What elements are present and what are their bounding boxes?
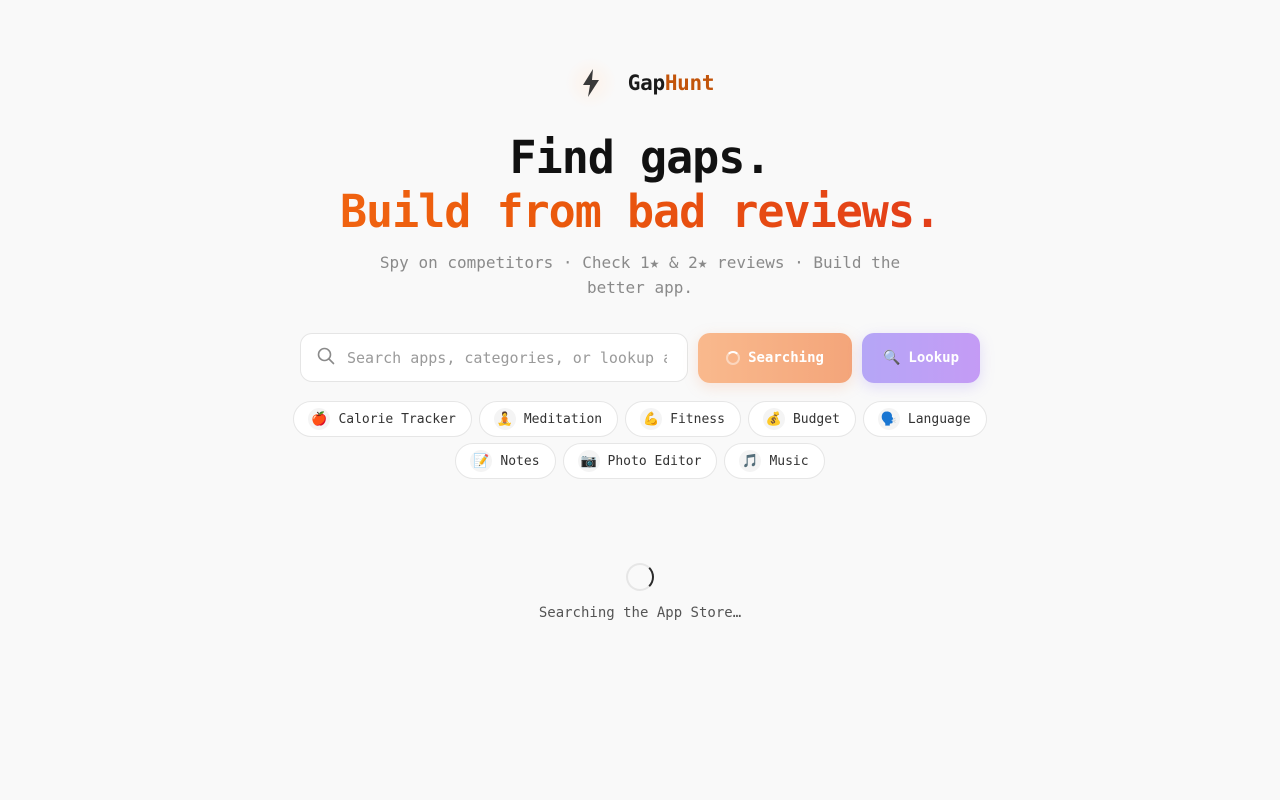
camera-icon: 📷: [577, 450, 600, 472]
chip-label: Meditation: [523, 411, 603, 427]
chip-calorie-tracker[interactable]: 🍎 Calorie Tracker: [293, 401, 472, 437]
chip-fitness[interactable]: 💪 Fitness: [625, 401, 741, 437]
lookup-button-label: Lookup: [908, 350, 959, 366]
lightning-bolt-icon: [565, 58, 616, 108]
chip-label: Notes: [500, 453, 540, 469]
chip-budget[interactable]: 💰 Budget: [747, 401, 856, 437]
music-note-icon: 🎵: [739, 450, 762, 472]
money-bag-icon: 💰: [762, 408, 785, 430]
loading-status-text: Searching the App Store…: [538, 605, 742, 621]
meditation-icon: 🧘: [493, 408, 516, 430]
search-icon: [317, 347, 335, 369]
chip-meditation[interactable]: 🧘 Meditation: [478, 401, 619, 437]
loading-spinner-icon: [726, 351, 741, 365]
headline-line1: Find gaps.: [509, 131, 772, 184]
page-title: Find gaps. Build from bad reviews.: [0, 131, 1280, 239]
brand-name-part2: Hunt: [664, 71, 715, 95]
search-button[interactable]: Searching: [698, 333, 852, 383]
brand-name-part1: Gap: [627, 71, 665, 95]
apple-icon: 🍎: [308, 408, 331, 430]
search-box[interactable]: [300, 333, 688, 382]
chip-label: Budget: [792, 411, 840, 427]
search-input[interactable]: [347, 348, 667, 367]
memo-icon: 📝: [470, 450, 493, 472]
subtitle: Spy on competitors · Check 1★ & 2★ revie…: [379, 253, 901, 297]
lookup-button[interactable]: 🔍 Lookup: [862, 333, 980, 383]
brand-name: GapHunt: [627, 71, 715, 95]
brand-header: GapHunt: [0, 58, 1280, 108]
chip-notes[interactable]: 📝 Notes: [455, 443, 556, 479]
flexed-arm-icon: 💪: [640, 408, 663, 430]
chip-label: Language: [907, 411, 971, 427]
chip-label: Fitness: [670, 411, 725, 427]
search-button-label: Searching: [748, 350, 824, 366]
chip-music[interactable]: 🎵 Music: [724, 443, 825, 479]
headline-line2: Build from bad reviews.: [0, 185, 1280, 239]
chip-label: Music: [769, 453, 809, 469]
magnifier-icon: 🔍: [882, 350, 901, 366]
category-chips-row-2: 📝 Notes 📷 Photo Editor 🎵 Music: [0, 443, 1280, 479]
chip-label: Photo Editor: [607, 453, 702, 469]
loading-spinner: [626, 563, 654, 591]
chip-photo-editor[interactable]: 📷 Photo Editor: [562, 443, 718, 479]
speaking-head-icon: 🗣️: [877, 408, 900, 430]
chip-language[interactable]: 🗣️ Language: [862, 401, 987, 437]
chip-label: Calorie Tracker: [338, 411, 456, 427]
category-chips-row-1: 🍎 Calorie Tracker 🧘 Meditation 💪 Fitness…: [0, 401, 1280, 437]
